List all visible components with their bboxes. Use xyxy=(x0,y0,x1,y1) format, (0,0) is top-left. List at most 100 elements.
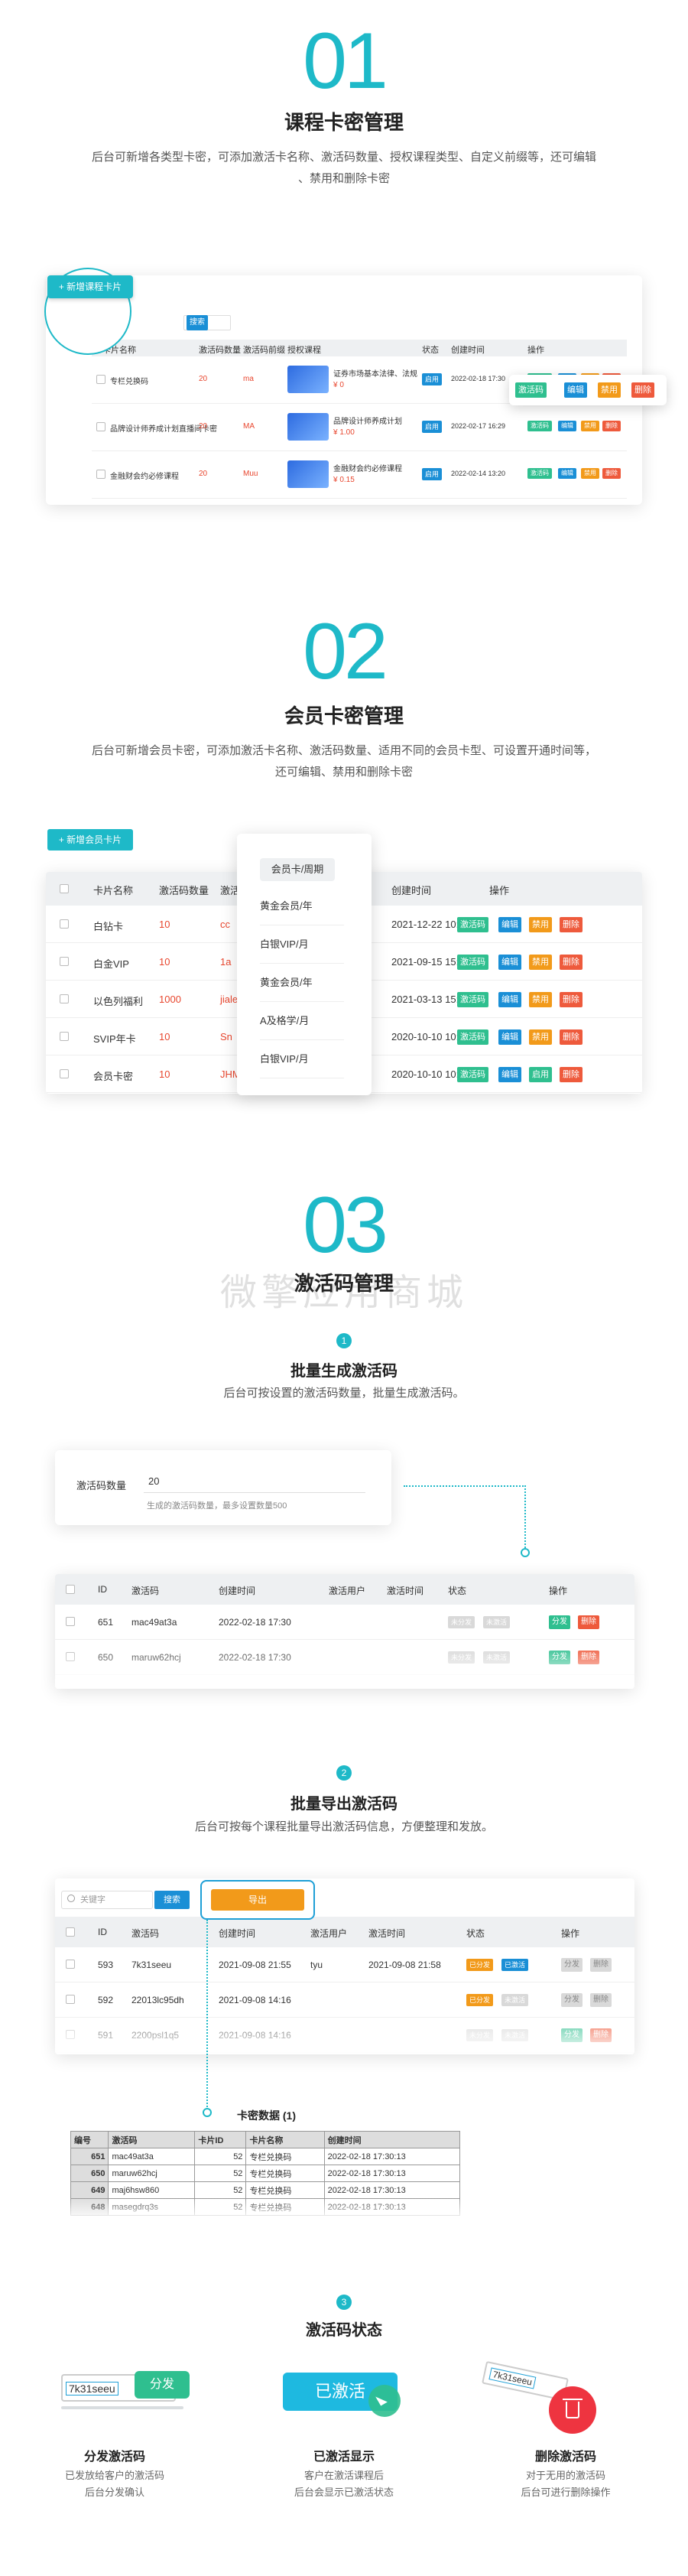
delete-button[interactable]: 删除 xyxy=(590,1993,612,2007)
delete-button[interactable]: 删除 xyxy=(560,955,583,970)
select-all-checkbox[interactable] xyxy=(60,884,69,893)
edit-button[interactable]: 编辑 xyxy=(558,421,576,431)
search-icon xyxy=(67,1895,75,1902)
delete-button[interactable]: 删除 xyxy=(560,917,583,932)
col-header: 操作 xyxy=(561,1928,580,1939)
sheet-cell: maruw62hcj xyxy=(108,2165,196,2182)
quantity-input[interactable]: 20 xyxy=(144,1470,365,1493)
activation-code-button[interactable]: 激活码 xyxy=(457,1029,488,1045)
activation-code-button[interactable]: 激活码 xyxy=(527,421,552,431)
connector-line xyxy=(404,1485,526,1487)
row-checkbox[interactable] xyxy=(60,1069,69,1078)
distribute-button[interactable]: 分发 xyxy=(561,1958,583,1972)
edit-button[interactable]: 编辑 xyxy=(498,992,521,1007)
dropdown-option[interactable]: 白银VIP/月 xyxy=(260,1040,344,1078)
fade-overlay xyxy=(55,2008,634,2054)
row-checkbox[interactable] xyxy=(60,1032,69,1041)
card-name: 白钻卡 xyxy=(93,921,124,932)
activation-code-button[interactable]: 激活码 xyxy=(457,955,488,970)
search-button[interactable]: 搜索 xyxy=(154,1891,190,1909)
activation-code-button[interactable]: 激活码 xyxy=(457,917,488,932)
delete-button[interactable]: 删除 xyxy=(602,468,621,479)
row-checkbox[interactable] xyxy=(66,1617,75,1626)
edit-button[interactable]: 编辑 xyxy=(564,382,587,398)
row-checkbox[interactable] xyxy=(96,422,105,431)
col-header: 激活时间 xyxy=(387,1586,424,1596)
keyword-input[interactable]: 关键字 xyxy=(61,1891,153,1909)
dropdown-option[interactable]: 白银VIP/月 xyxy=(260,925,344,964)
created-time: 2022-02-18 17:30 xyxy=(219,1617,291,1628)
row-checkbox[interactable] xyxy=(60,994,69,1003)
delete-button[interactable]: 删除 xyxy=(602,421,621,431)
activation-code-button[interactable]: 激活码 xyxy=(457,1067,488,1082)
delete-button[interactable]: 删除 xyxy=(560,1067,583,1082)
search-button[interactable]: 搜索 xyxy=(187,315,208,330)
code-count: 10 xyxy=(159,919,170,930)
toggle-button[interactable]: 禁用 xyxy=(529,917,552,932)
disable-button[interactable]: 禁用 xyxy=(581,468,599,479)
edit-button[interactable]: 编辑 xyxy=(498,917,521,932)
edit-button[interactable]: 编辑 xyxy=(498,1029,521,1045)
dropdown-option[interactable]: A及格学/月 xyxy=(260,1002,344,1040)
row-checkbox[interactable] xyxy=(60,919,69,929)
add-course-card-button[interactable]: + 新增课程卡片 xyxy=(47,275,133,298)
delete-button[interactable]: 删除 xyxy=(578,1615,599,1629)
code-count: 20 xyxy=(199,470,208,478)
dropdown-option[interactable]: 黄金会员/年 xyxy=(260,964,344,1002)
col-header: 激活码前缀 xyxy=(243,346,285,355)
col-header: 创建时间 xyxy=(451,346,485,355)
col-header: 操作 xyxy=(527,346,544,355)
distribute-button[interactable]: 分发 xyxy=(561,1993,583,2007)
row-checkbox[interactable] xyxy=(66,1960,75,1969)
sheet-cell: 52 xyxy=(194,2181,247,2199)
activation-code-button[interactable]: 激活码 xyxy=(515,382,547,398)
desc-line: 、禁用和删除卡密 xyxy=(297,172,390,185)
delete-circle-button[interactable] xyxy=(549,2386,596,2434)
delete-button[interactable]: 删除 xyxy=(590,1958,612,1972)
delete-button[interactable]: 删除 xyxy=(560,1029,583,1045)
toggle-button[interactable]: 禁用 xyxy=(529,955,552,970)
course-price: ¥ 0.15 xyxy=(333,476,355,484)
delete-button[interactable]: 删除 xyxy=(560,992,583,1007)
step2-title: 批量导出激活码 xyxy=(290,1796,398,1813)
col-header: 操作 xyxy=(549,1586,568,1596)
row-checkbox[interactable] xyxy=(96,375,105,384)
fade-overlay xyxy=(55,1644,634,1689)
dropdown-option[interactable]: 黄金会员/年 xyxy=(260,887,344,925)
export-button[interactable]: 导出 xyxy=(211,1889,304,1911)
edit-button[interactable]: 编辑 xyxy=(498,1067,521,1082)
add-member-card-button[interactable]: + 新增会员卡片 xyxy=(47,829,133,851)
activation-code-button[interactable]: 激活码 xyxy=(527,468,552,479)
section-desc-course-cards: 后台可新增各类型卡密，可添加激活卡名称、激活码数量、授权课程类型、自定义前缀等，… xyxy=(46,147,642,190)
distribute-button[interactable]: 分发 xyxy=(549,1615,570,1629)
select-all-checkbox[interactable] xyxy=(66,1585,75,1594)
row-checkbox[interactable] xyxy=(66,1995,75,2004)
course-price: ¥ 1.00 xyxy=(333,428,355,437)
delete-button[interactable]: 删除 xyxy=(631,382,654,398)
distribute-button[interactable]: 分发 xyxy=(135,2371,190,2399)
toggle-button[interactable]: 启用 xyxy=(529,1067,552,1082)
table-header: 卡片名称 激活码数量 激活码前缀 授权课程 状态 创建时间 操作 xyxy=(92,340,627,356)
trash-icon xyxy=(566,2402,579,2418)
col-header: 激活码数量 xyxy=(159,885,209,896)
toggle-button[interactable]: 禁用 xyxy=(529,992,552,1007)
edit-button[interactable]: 编辑 xyxy=(558,468,576,479)
activated-time: 2021-09-08 21:58 xyxy=(368,1960,441,1970)
section-title-activation-codes: 激活码管理 xyxy=(294,1272,394,1295)
col-header: 卡片名称 xyxy=(93,885,134,896)
disable-button[interactable]: 禁用 xyxy=(598,382,621,398)
quantity-label: 激活码数量 xyxy=(76,1480,127,1491)
disable-button[interactable]: 禁用 xyxy=(581,421,599,431)
generate-form-card: 激活码数量 20 生成的激活码数量，最多设置数量500 xyxy=(55,1450,391,1525)
toggle-button[interactable]: 禁用 xyxy=(529,1029,552,1045)
activation-code-button[interactable]: 激活码 xyxy=(457,992,488,1007)
col-header: 激活时间 xyxy=(368,1928,406,1939)
course-thumbnail xyxy=(287,460,329,488)
edit-button[interactable]: 编辑 xyxy=(498,955,521,970)
sheet-row: 650 maruw62hcj 52 专栏兑换码 2022-02-18 17:30:13 xyxy=(70,2165,460,2182)
row-checkbox[interactable] xyxy=(96,470,105,479)
row-checkbox[interactable] xyxy=(60,957,69,966)
col-header: 状态 xyxy=(448,1586,467,1596)
select-all-checkbox[interactable] xyxy=(66,1927,75,1937)
sheet-header-row: 编号 激活码 卡片ID 卡片名称 创建时间 xyxy=(70,2131,460,2148)
